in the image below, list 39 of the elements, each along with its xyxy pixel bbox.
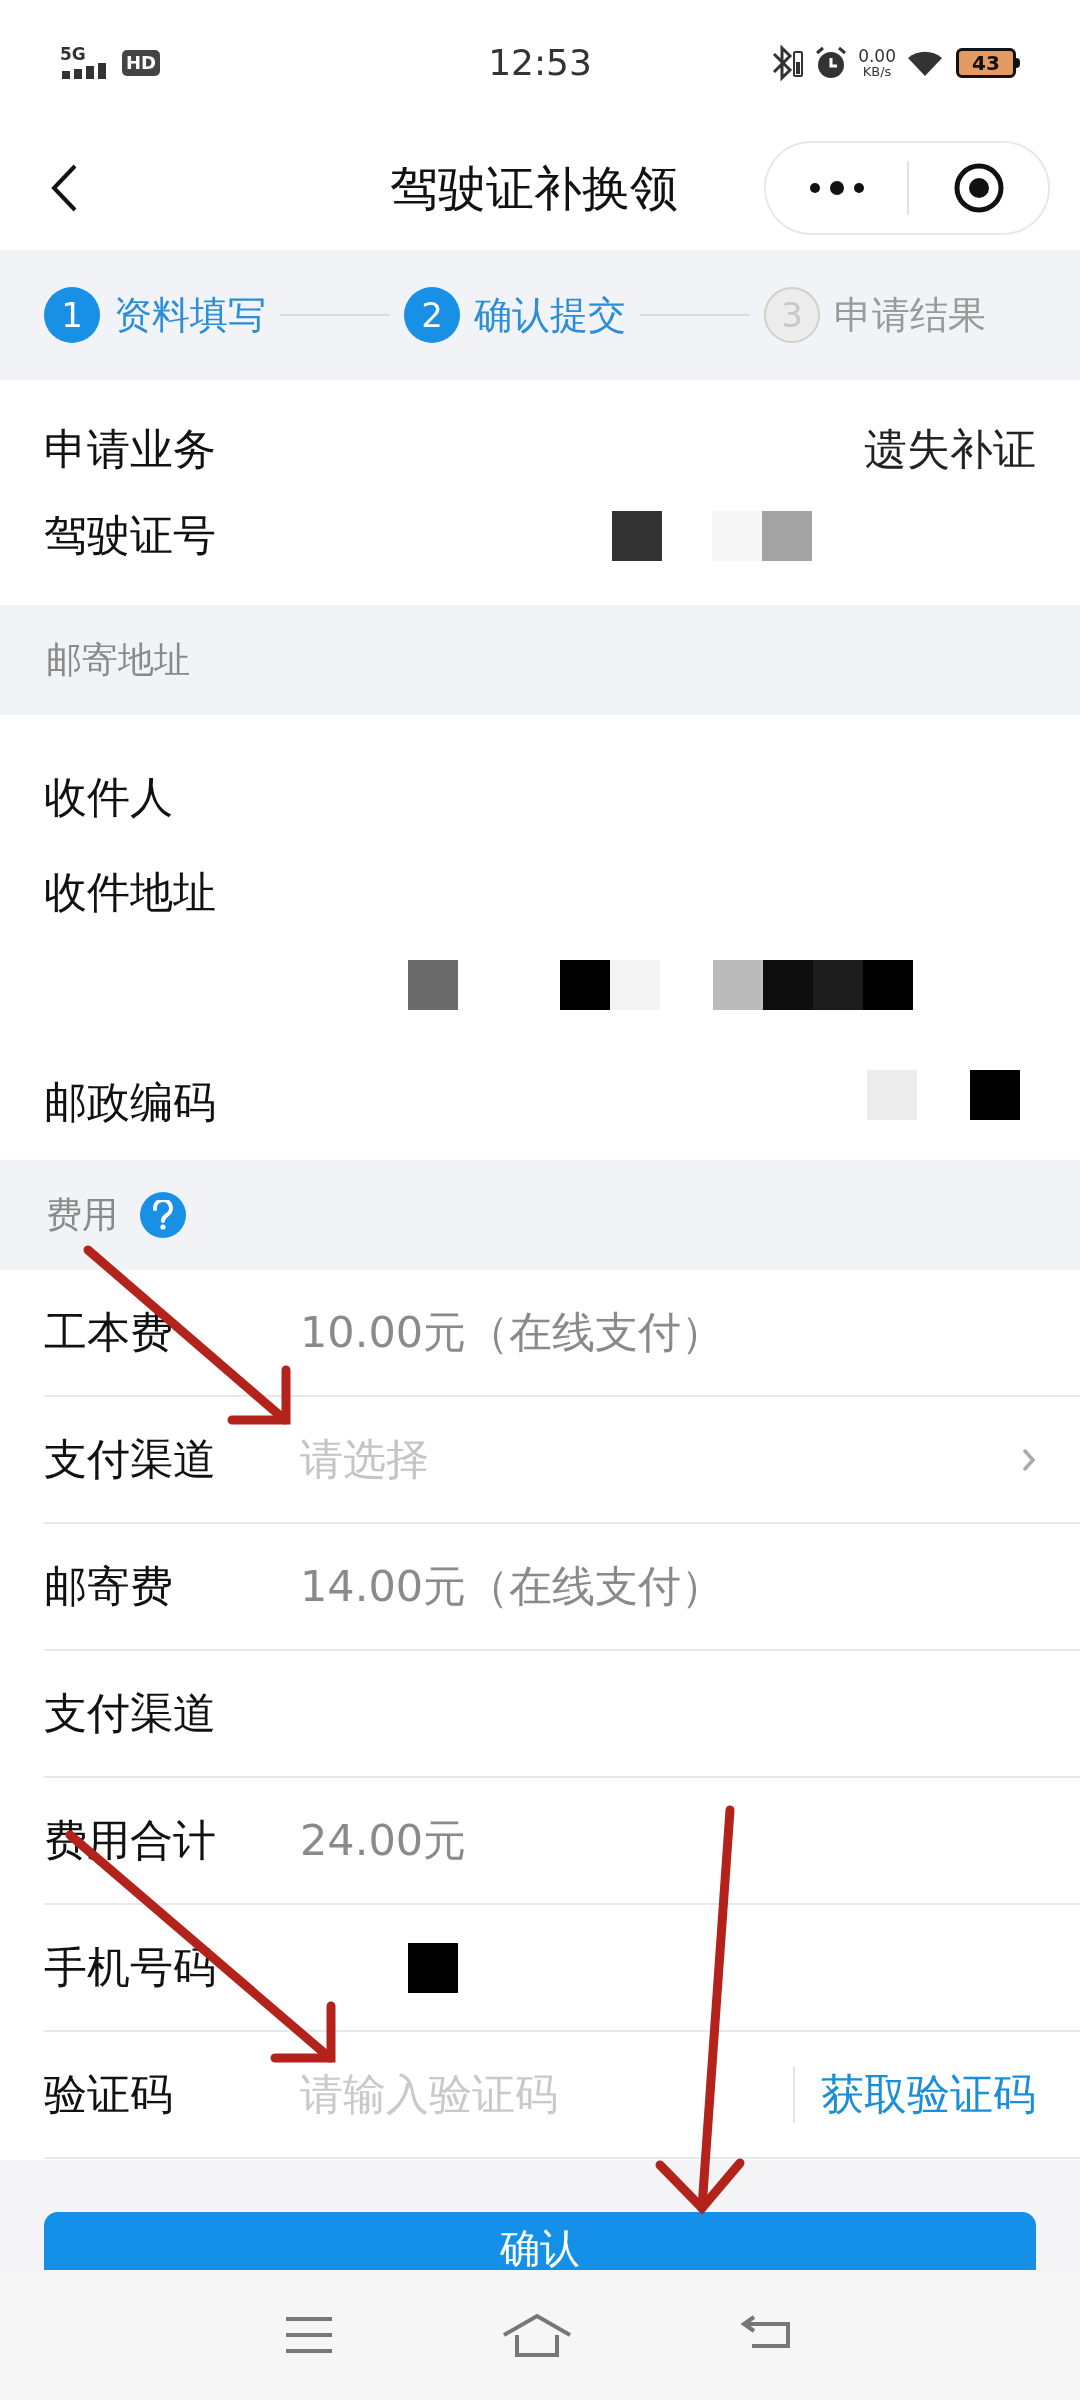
- battery-indicator: 43: [956, 47, 1016, 78]
- step-label: 资料填写: [114, 291, 266, 339]
- field-label: 邮政编码: [44, 1076, 217, 1129]
- mosaic-redaction: [408, 1942, 458, 1993]
- bluetooth-icon: [770, 43, 805, 82]
- home-icon[interactable]: [502, 2312, 572, 2358]
- field-label: 收件人: [44, 771, 174, 824]
- field-label: 验证码: [44, 2068, 174, 2122]
- field-label: 支付渠道: [44, 1687, 217, 1741]
- field-label: 收件地址: [44, 866, 217, 919]
- section-title: 费用: [46, 1193, 118, 1237]
- payment-select[interactable]: 请选择: [300, 1427, 1036, 1492]
- net-speed: 0.00: [858, 47, 896, 65]
- back-icon: [50, 162, 78, 213]
- field-label: 支付渠道: [44, 1433, 217, 1487]
- fee-value: 24.00元: [300, 1814, 467, 1868]
- menu-icon[interactable]: [284, 2315, 334, 2355]
- network-label: 5G: [60, 46, 87, 63]
- page-title: 驾驶证补换领: [390, 158, 678, 218]
- field-label: 申请业务: [44, 423, 217, 477]
- field-label: 邮寄费: [44, 1560, 174, 1614]
- help-icon[interactable]: [140, 1192, 186, 1238]
- confirm-button[interactable]: 确认: [44, 2212, 1036, 2270]
- get-code-link[interactable]: 获取验证码: [821, 2062, 1036, 2127]
- chevron-right-icon: [1022, 1447, 1036, 1472]
- status-time: 12:53: [488, 40, 592, 85]
- section-title: 邮寄地址: [46, 638, 190, 682]
- step-label: 申请结果: [834, 291, 986, 339]
- step-number: 2: [404, 287, 460, 343]
- step-number: 1: [44, 287, 100, 343]
- field-value: 遗失补证: [864, 423, 1036, 477]
- field-label: 驾驶证号: [44, 509, 217, 563]
- speed-unit: KB/s: [862, 64, 892, 78]
- fee-value: 10.00元（在线支付）: [300, 1306, 725, 1360]
- alarm-icon: [814, 45, 849, 80]
- target-icon: [952, 161, 1005, 214]
- step-label: 确认提交: [474, 291, 626, 339]
- hd-badge: HD: [122, 49, 160, 76]
- fee-value: 14.00元（在线支付）: [300, 1560, 725, 1614]
